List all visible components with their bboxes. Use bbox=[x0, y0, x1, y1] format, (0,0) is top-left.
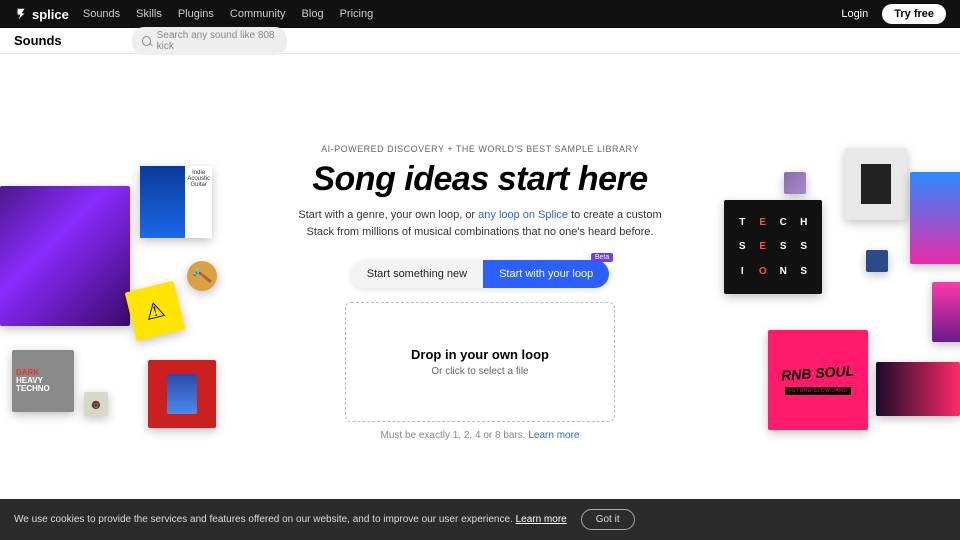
kicker-text: AI-POWERED DISCOVERY + THE WORLD'S BEST … bbox=[0, 144, 960, 154]
splice-logo-icon bbox=[14, 7, 28, 21]
login-link[interactable]: Login bbox=[841, 8, 868, 20]
album-tile: TECH SESS IONS bbox=[724, 200, 822, 294]
start-new-button[interactable]: Start something new bbox=[351, 260, 483, 288]
start-loop-button[interactable]: Start with your loop bbox=[483, 260, 609, 288]
try-free-button[interactable]: Try free bbox=[882, 4, 946, 24]
nav-blog[interactable]: Blog bbox=[302, 8, 324, 20]
nav-links: Sounds Skills Plugins Community Blog Pri… bbox=[83, 8, 373, 20]
album-tile: ☻ bbox=[84, 392, 108, 416]
brand-text: splice bbox=[32, 7, 69, 22]
album-tile bbox=[876, 362, 960, 416]
top-nav: splice Sounds Skills Plugins Community B… bbox=[0, 0, 960, 28]
beta-badge: Beta bbox=[591, 253, 613, 262]
album-tile: DARK HEAVY TECHNO bbox=[12, 350, 74, 412]
nav-community[interactable]: Community bbox=[230, 8, 286, 20]
brand-logo[interactable]: splice bbox=[14, 7, 69, 22]
nav-plugins[interactable]: Plugins bbox=[178, 8, 214, 20]
drop-note: Must be exactly 1, 2, 4 or 8 bars. Learn… bbox=[0, 430, 960, 441]
nav-right: Login Try free bbox=[841, 4, 946, 24]
cookie-accept-button[interactable]: Got it bbox=[581, 509, 635, 530]
album-tile bbox=[0, 186, 130, 326]
drop-sub: Or click to select a file bbox=[431, 366, 528, 377]
album-tile: IndieAcousticGuitar bbox=[140, 166, 212, 238]
nav-sounds[interactable]: Sounds bbox=[83, 8, 120, 20]
cta-row: Start something new Start with your loop… bbox=[351, 260, 609, 288]
cookie-text: We use cookies to provide the services a… bbox=[14, 514, 567, 525]
drop-zone[interactable]: Drop in your own loop Or click to select… bbox=[345, 302, 615, 422]
album-tile bbox=[784, 172, 806, 194]
album-tile bbox=[148, 360, 216, 428]
album-tile bbox=[910, 172, 960, 264]
cookie-learn-more-link[interactable]: Learn more bbox=[516, 514, 567, 525]
nav-skills[interactable]: Skills bbox=[136, 8, 162, 20]
sub-copy: Start with a genre, your own loop, or an… bbox=[290, 207, 670, 240]
search-input[interactable]: Search any sound like 808 kick bbox=[132, 27, 287, 55]
search-icon bbox=[142, 36, 151, 46]
cookie-banner: We use cookies to provide the services a… bbox=[0, 499, 960, 540]
sub-bar: Sounds Search any sound like 808 kick bbox=[0, 28, 960, 54]
album-tile bbox=[845, 148, 907, 220]
learn-more-link[interactable]: Learn more bbox=[528, 430, 579, 441]
any-loop-link[interactable]: any loop on Splice bbox=[478, 209, 568, 221]
search-placeholder: Search any sound like 808 kick bbox=[157, 30, 277, 52]
page-title: Sounds bbox=[14, 33, 62, 48]
drop-title: Drop in your own loop bbox=[411, 347, 549, 362]
nav-pricing[interactable]: Pricing bbox=[340, 8, 374, 20]
album-tile bbox=[932, 282, 960, 342]
album-tile: RNB SOUL FUTURE SLOW JAMS bbox=[768, 330, 868, 430]
album-tile bbox=[866, 250, 888, 272]
